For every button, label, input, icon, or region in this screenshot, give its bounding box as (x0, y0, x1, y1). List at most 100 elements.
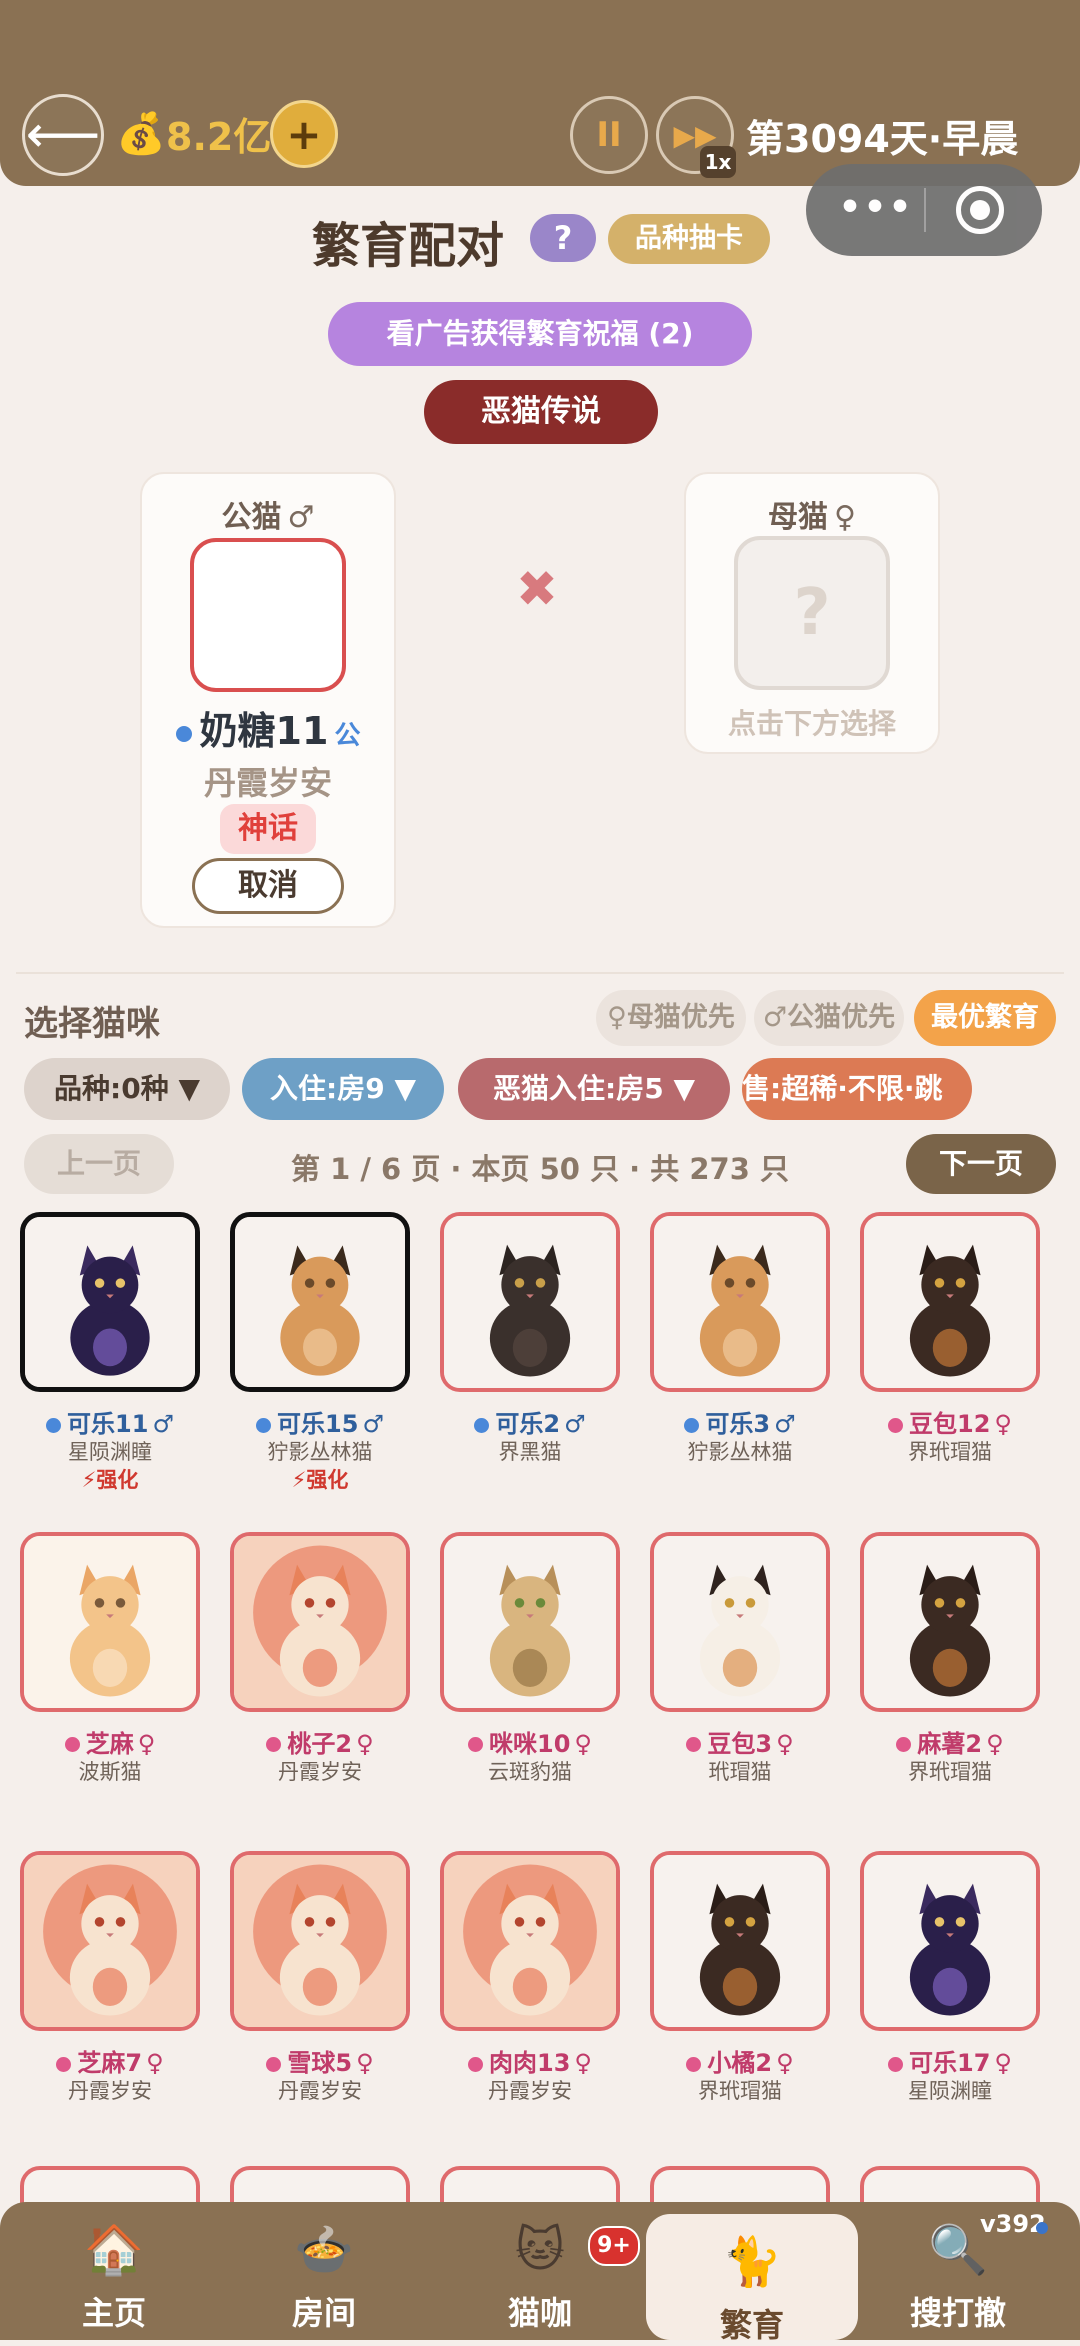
rarity-badge: 神话 (220, 804, 316, 854)
cat-breed: 界玳瑁猫 (908, 1759, 992, 1784)
cat-portrait[interactable] (860, 1531, 1040, 1712)
female-dot-icon (888, 2056, 903, 2072)
cat-name: 麻薯2 ♀ (850, 1724, 1050, 1759)
cat-portrait[interactable] (860, 1212, 1040, 1392)
cat-portrait[interactable] (650, 1531, 830, 1712)
cat-card[interactable]: 芝麻 ♀ 波斯猫 (10, 1528, 210, 1828)
nav-item-breeding[interactable]: 🐈 繁育 (646, 2214, 858, 2344)
cat-portrait[interactable] (440, 1212, 620, 1392)
cat-name: 豆包12 ♀ (850, 1404, 1050, 1439)
cat-name: 桃子2 ♀ (220, 1724, 420, 1759)
capsule-divider (924, 188, 926, 232)
prev-page-button[interactable]: 上一页 (24, 1134, 174, 1194)
cat-name: 可乐15 ♂ (220, 1404, 420, 1439)
cat-breed: 丹霞岁安 (68, 2079, 152, 2103)
male-priority-button[interactable]: ♂公猫优先 (754, 990, 904, 1046)
cat-portrait[interactable] (440, 1531, 620, 1712)
evil-room-filter-dropdown[interactable]: 恶猫入住:房5 ▼ (458, 1058, 730, 1120)
female-symbol-icon: ♀ (574, 1729, 592, 1758)
female-symbol-icon: ♀ (776, 1729, 794, 1758)
cat-portrait[interactable] (20, 1531, 200, 1712)
close-target-icon[interactable] (956, 186, 1004, 234)
female-dot-icon (266, 2056, 282, 2072)
cancel-button[interactable]: 取消 (192, 858, 344, 914)
female-symbol-icon: ♀ (137, 1729, 156, 1758)
cat-portrait[interactable] (230, 1851, 410, 2031)
search-retreat-icon: 🔍 (928, 2222, 988, 2278)
nav-item-cat-cafe[interactable]: 🐱 猫咖 (440, 2202, 640, 2340)
female-hint: 点击下方选择 (727, 707, 896, 740)
male-dot-icon (256, 1417, 272, 1433)
cat-card[interactable]: 豆包12 ♀ 界玳瑁猫 (850, 1208, 1050, 1508)
female-parent-card[interactable]: 母猫 ♀ ? 点击下方选择 (684, 472, 940, 754)
breed-filter-dropdown[interactable]: 品种:0种 ▼ (24, 1058, 230, 1120)
boost-badge: ⚡强化 (81, 1468, 139, 1492)
room-filter-dropdown[interactable]: 入住:房9 ▼ (242, 1058, 444, 1120)
more-icon[interactable]: ••• (836, 190, 916, 226)
cat-name: 可乐17 ♀ (850, 2043, 1050, 2078)
male-symbol-icon: ♂ (564, 1410, 586, 1438)
cat-name: 可乐3 ♂ (640, 1404, 840, 1439)
cat-portrait[interactable] (230, 1212, 410, 1392)
cat-card[interactable]: 小橘2 ♀ 界玳瑁猫 (640, 1847, 840, 2147)
evil-cat-legend-button[interactable]: 恶猫传说 (424, 380, 658, 444)
cat-card[interactable]: 咪咪10 ♀ 云斑豹猫 (430, 1528, 630, 1828)
add-money-button[interactable]: + (270, 100, 338, 168)
version-dot (1036, 2222, 1048, 2234)
breeding-icon: 🐈 (722, 2234, 782, 2290)
cat-cafe-icon: 🐱 (514, 2222, 566, 2278)
nav-item-room[interactable]: 🍲 房间 (224, 2202, 424, 2340)
female-symbol-icon: ♀ (986, 1729, 1004, 1758)
nav-item-home[interactable]: 🏠 主页 (14, 2202, 214, 2340)
bottom-nav: 🏠 主页 🍲 房间 🐱 猫咖 🐈 繁育 🔍 搜打撤 (0, 2202, 1080, 2344)
sale-filter-button[interactable]: 售:超稀·不限·跳 (742, 1058, 972, 1120)
female-dot-icon (468, 2056, 483, 2072)
cat-card[interactable]: 麻薯2 ♀ 界玳瑁猫 (850, 1528, 1050, 1828)
pause-button[interactable]: II (570, 96, 648, 174)
breed-gacha-button[interactable]: 品种抽卡 (608, 214, 770, 264)
back-arrow-icon: ⟵ (25, 105, 101, 165)
section-divider (16, 972, 1064, 974)
cat-card[interactable]: 可乐2 ♂ 界黑猫 (430, 1208, 630, 1508)
cat-portrait[interactable] (20, 1212, 200, 1392)
best-breed-button[interactable]: 最优繁育 (914, 990, 1056, 1046)
day-time-label: 第3094天·早晨 (746, 117, 1019, 161)
cat-cafe-badge: 9+ (588, 2226, 640, 2266)
cat-breed: 丹霞岁安 (488, 2079, 572, 2103)
male-cat-slot[interactable] (190, 538, 346, 692)
cat-card[interactable]: 肉肉13 ♀ 丹霞岁安 (430, 1847, 630, 2147)
cat-portrait[interactable] (440, 1851, 620, 2031)
cat-card[interactable]: 可乐15 ♂ 狞影丛林猫 ⚡强化 (220, 1208, 420, 1508)
cat-portrait[interactable] (650, 1851, 830, 2031)
cat-portrait[interactable] (20, 1851, 200, 2031)
cat-card[interactable]: 可乐3 ♂ 狞影丛林猫 (640, 1208, 840, 1508)
cat-name: 可乐11 ♂ (10, 1404, 210, 1439)
female-priority-button[interactable]: ♀母猫优先 (596, 990, 746, 1046)
cat-card[interactable]: 桃子2 ♀ 丹霞岁安 (220, 1528, 420, 1828)
cat-portrait[interactable] (860, 1851, 1040, 2031)
female-symbol-icon: ♀ (146, 2049, 164, 2077)
cat-card[interactable]: 雪球5 ♀ 丹霞岁安 (220, 1847, 420, 2147)
page-info: 第 1 / 6 页 · 本页 50 只 · 共 273 只 (290, 1152, 790, 1186)
help-button[interactable]: ? (530, 214, 596, 262)
cat-portrait[interactable] (230, 1531, 410, 1712)
back-button[interactable]: ⟵ (22, 94, 104, 176)
watch-ad-button[interactable]: 看广告获得繁育祝福 (2) (328, 302, 752, 366)
cat-portrait[interactable] (650, 1212, 830, 1392)
cat-card[interactable]: 芝麻7 ♀ 丹霞岁安 (10, 1847, 210, 2147)
cat-card[interactable]: 豆包3 ♀ 玳瑁猫 (640, 1528, 840, 1828)
cat-name: 可乐2 ♂ (430, 1404, 630, 1439)
female-dot-icon (896, 1737, 912, 1752)
money-amount: 8.2亿 (166, 115, 272, 159)
next-page-button[interactable]: 下一页 (906, 1134, 1056, 1194)
boost-badge: ⚡强化 (291, 1468, 349, 1492)
cat-card[interactable]: 可乐17 ♀ 星陨渊瞳 (850, 1847, 1050, 2147)
cat-grid: 可乐11 ♂ 星陨渊瞳 ⚡强化 可乐15 ♂ 狞影丛林猫 ⚡强化 可乐2 ♂ 界黑猫 可乐3 ♂ 狞影丛林… (0, 1208, 1080, 2208)
home-icon: 🏠 (84, 2222, 144, 2278)
female-symbol-icon: ♀ (574, 2049, 592, 2077)
female-cat-slot[interactable]: ? (734, 536, 890, 690)
nav-label: 房间 (291, 2294, 356, 2332)
cat-name: 小橘2 ♀ (640, 2043, 840, 2078)
cat-card[interactable]: 可乐11 ♂ 星陨渊瞳 ⚡强化 (10, 1208, 210, 1508)
female-symbol-icon: ♀ (994, 1410, 1012, 1438)
